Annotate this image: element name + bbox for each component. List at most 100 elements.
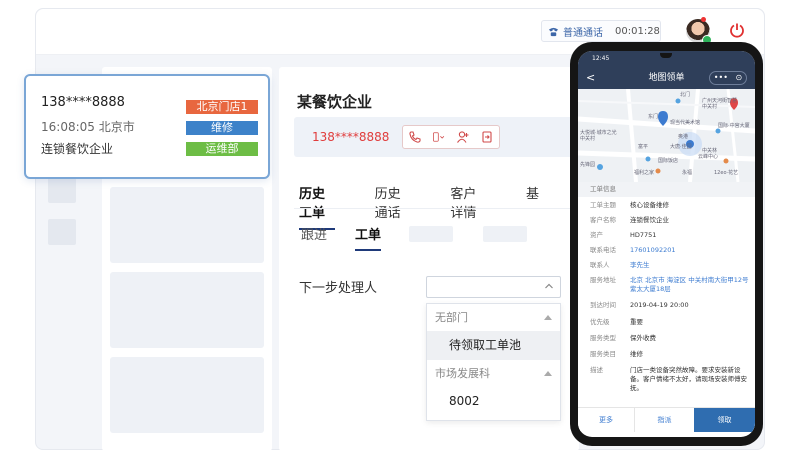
contact-person-link[interactable]: 李先生 <box>630 261 750 270</box>
field-label: 到达时间 <box>590 301 616 309</box>
call-status[interactable]: 普通通话 00:01:28 <box>541 20 661 42</box>
field-label: 联系人 <box>590 261 610 269</box>
map-label: 东门 <box>648 114 659 120</box>
field-label: 服务类目 <box>590 350 616 358</box>
add-user-icon[interactable] <box>456 130 470 144</box>
field-label: 工单主题 <box>590 201 616 209</box>
power-icon[interactable] <box>729 22 745 38</box>
phone-tools <box>402 125 500 149</box>
main-tabs: 历史工单 历史通话 客户详情 基 <box>299 183 579 230</box>
map-label: 云峰中心 <box>698 154 719 160</box>
tabs-divider <box>294 208 579 209</box>
field-value: 2019-04-19 20:00 <box>630 301 689 309</box>
field-label: 客户名称 <box>590 216 616 224</box>
claim-button[interactable]: 领取 <box>694 408 755 432</box>
mobile-phone: 12:45 < 地图领单 ••• ⊙ 北门 广州天河街智慧 中关村 东门 现当代… <box>570 42 763 446</box>
field-value: HD7751 <box>630 231 657 239</box>
camera-notch <box>660 53 672 58</box>
tab-customer-details[interactable]: 客户详情 <box>450 183 486 221</box>
field-label: 优先级 <box>590 318 610 326</box>
more-icon[interactable]: ••• <box>714 72 728 84</box>
more-button[interactable]: 更多 <box>578 408 634 432</box>
map-label: 奥港 <box>678 134 689 140</box>
sidebar-item[interactable] <box>48 177 76 203</box>
field-value: 重要 <box>630 318 643 326</box>
incoming-call-card[interactable]: 138****8888 16:08:05 北京市 连锁餐饮企业 北京门店1 维修… <box>24 74 270 179</box>
mini-program-menu[interactable]: ••• ⊙ <box>709 71 747 85</box>
map-label: 先锋园 <box>580 162 596 168</box>
group-label: 市场发展科 <box>435 367 490 380</box>
dropdown-group[interactable]: 市场发展科 <box>427 360 560 387</box>
mobile-screen: 12:45 < 地图领单 ••• ⊙ 北门 广州天河街智慧 中关村 东门 现当代… <box>578 51 755 437</box>
call-timer: 00:01:28 <box>615 25 660 37</box>
card-time-city: 16:08:05 北京市 <box>41 120 135 134</box>
field-value: 门店一类设备突然故障。要求安装新设备。客户情绪不太好，请现场安装师傅安抚。 <box>630 366 747 392</box>
next-handler-label: 下一步处理人 <box>299 281 378 296</box>
call-icon[interactable] <box>408 130 422 144</box>
contact-phone-link[interactable]: 17601092201 <box>630 246 750 255</box>
target-icon[interactable]: ⊙ <box>736 72 743 84</box>
dropdown-group[interactable]: 无部门 <box>427 304 560 331</box>
field-label: 服务地址 <box>590 276 616 284</box>
handler-dropdown: 无部门 待领取工单池 市场发展科 8002 <box>426 303 561 421</box>
list-item[interactable] <box>110 272 264 348</box>
tab-history-calls[interactable]: 历史通话 <box>375 183 411 221</box>
tag-store: 北京门店1 <box>186 100 258 114</box>
mobile-title: 地图领单 <box>648 73 685 83</box>
customer-phone: 138****8888 <box>312 130 390 144</box>
phone-icon <box>548 27 559 36</box>
mobile-action-bar: 更多 指派 领取 <box>578 407 755 432</box>
mobile-icon[interactable] <box>432 130 446 144</box>
transfer-icon[interactable] <box>480 130 494 144</box>
dropdown-option[interactable]: 待领取工单池 <box>427 331 560 360</box>
subtab-follow-up[interactable]: 跟进 <box>301 224 327 243</box>
map-label: 国际·中宫大厦 <box>718 123 750 129</box>
field-value: 维修 <box>630 350 643 358</box>
map-label: 福利之家 <box>634 170 655 176</box>
call-type: 普通通话 <box>563 27 603 39</box>
sidebar-item[interactable] <box>48 219 76 245</box>
map-label: 国际饭店 <box>658 158 679 164</box>
tab-more[interactable]: 基 <box>526 183 539 221</box>
map-label: 12eo·花艺 <box>714 170 739 176</box>
assign-button[interactable]: 指派 <box>634 408 694 432</box>
notification-dot <box>701 17 706 22</box>
map[interactable]: 北门 广州天河街智慧 中关村 东门 现当代美术馆 国际·中宫大厦 大悦城·城市之… <box>578 89 755 182</box>
subtab-placeholder[interactable] <box>409 225 454 242</box>
card-company: 连锁餐饮企业 <box>41 142 114 156</box>
dropdown-option[interactable]: 8002 <box>427 387 560 416</box>
field-value: 核心设备维修 <box>630 201 669 209</box>
subtab-work-order[interactable]: 工单 <box>355 224 382 251</box>
map-label: 大唐·佳园 <box>670 144 692 150</box>
map-label: 富平 <box>638 144 649 150</box>
tag-ops-dept: 运维部 <box>186 142 258 156</box>
card-phone: 138****8888 <box>41 95 125 110</box>
chevron-up-icon <box>545 283 553 289</box>
subtab-placeholder[interactable] <box>483 225 528 242</box>
phone-bar: 138****8888 <box>294 117 584 157</box>
field-label: 联系电话 <box>590 246 616 254</box>
main-panel: 某餐饮企业 138****8888 历史工单 历史通话 客户详情 基 跟进 工单… <box>279 67 584 451</box>
mobile-nav-bar: < 地图领单 ••• ⊙ <box>578 67 755 89</box>
info-section-title: 工单信息 <box>578 182 755 197</box>
field-label: 服务类型 <box>590 334 616 342</box>
list-item[interactable] <box>110 357 264 433</box>
map-label: 现当代美术馆 <box>670 120 701 126</box>
field-value: 连锁餐饮企业 <box>630 216 669 224</box>
back-icon[interactable]: < <box>586 67 595 89</box>
map-label: 永福 <box>682 170 693 176</box>
field-label: 描述 <box>590 366 603 374</box>
subtabs: 跟进 工单 <box>301 224 557 251</box>
collapse-icon <box>544 371 552 376</box>
map-label: 中关村 <box>580 136 596 142</box>
map-label: 北门 <box>680 92 691 98</box>
address-link[interactable]: 北京 北京市 海淀区 中关村南大街甲12号紫太大厦18层 <box>630 276 750 294</box>
collapse-icon <box>544 315 552 320</box>
list-item[interactable] <box>110 187 264 263</box>
tab-history-orders[interactable]: 历史工单 <box>299 183 335 230</box>
tag-repair: 维修 <box>186 121 258 135</box>
map-label: 中关村 <box>702 104 718 110</box>
group-label: 无部门 <box>435 311 468 324</box>
next-handler-select[interactable] <box>426 276 561 298</box>
field-value: 保外收费 <box>630 334 656 342</box>
